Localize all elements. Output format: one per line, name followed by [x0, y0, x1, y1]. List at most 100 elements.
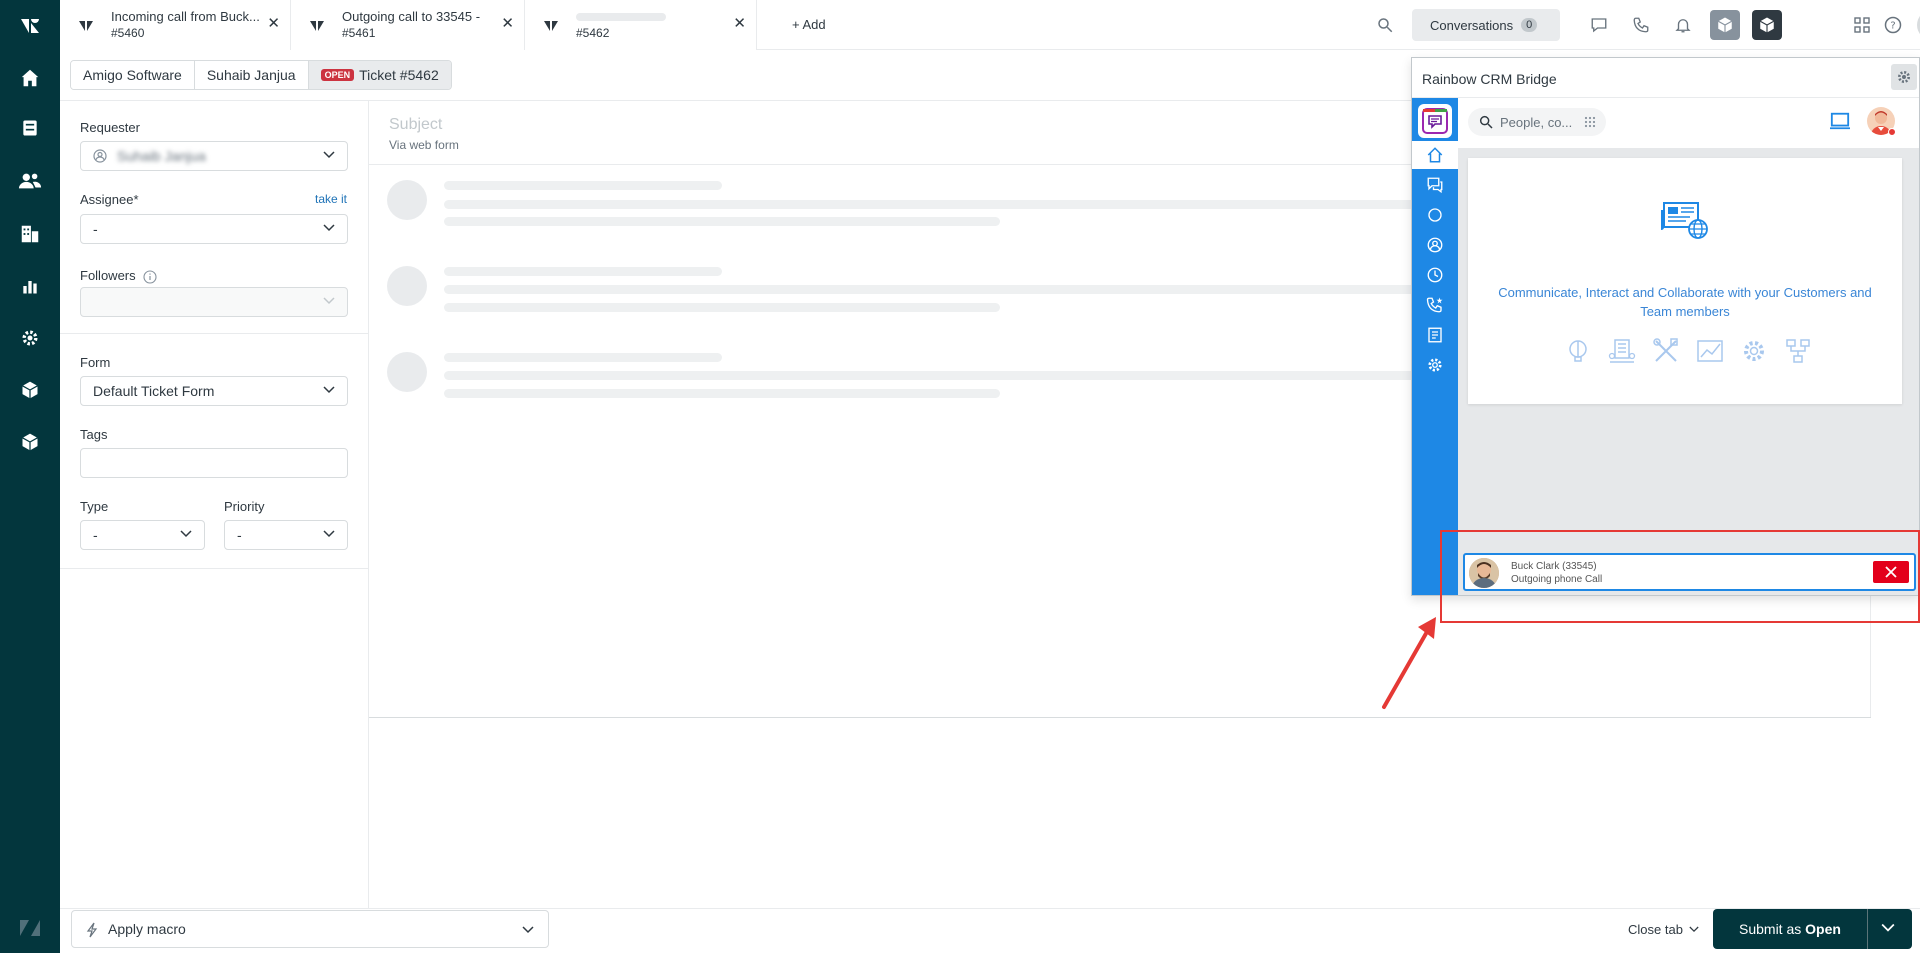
- help-icon[interactable]: ?: [1878, 10, 1908, 40]
- crm-feature-icons: [1563, 336, 1813, 366]
- crm-conversations-icon[interactable]: [1425, 175, 1445, 195]
- tab-ticket-5461[interactable]: Outgoing call to 33545 - #5461 ✕: [291, 0, 525, 50]
- ticket-icon: [543, 18, 559, 32]
- tab-ticket-5460[interactable]: Incoming call from Buck... #5460 ✕: [60, 0, 291, 50]
- crm-news-globe-icon: [1660, 200, 1710, 240]
- type-select-value: -: [93, 527, 98, 543]
- presence-status-dot: [1888, 128, 1896, 136]
- info-icon[interactable]: [143, 270, 157, 284]
- conversations-button[interactable]: Conversations 0: [1412, 9, 1560, 41]
- crm-favorite-call-icon[interactable]: [1425, 295, 1445, 315]
- add-tab-button[interactable]: + Add: [792, 17, 826, 32]
- breadcrumb-ticket[interactable]: OPEN Ticket #5462: [308, 61, 451, 89]
- crm-home-icon[interactable]: [1425, 145, 1445, 165]
- apps-grid-icon[interactable]: [1847, 10, 1877, 40]
- crm-settings-icon[interactable]: [1425, 355, 1445, 375]
- take-it-link[interactable]: take it: [315, 192, 347, 206]
- add-tab-label: Add: [802, 17, 826, 32]
- subject-input[interactable]: Subject: [389, 116, 442, 134]
- conversations-count: 0: [1521, 18, 1538, 32]
- reporting-icon[interactable]: [15, 271, 45, 301]
- crm-welcome-card: Communicate, Interact and Collaborate wi…: [1468, 158, 1902, 404]
- app-cube-icon[interactable]: [15, 375, 45, 405]
- submit-status: Open: [1805, 921, 1841, 937]
- assignee-label: Assignee*: [80, 192, 139, 207]
- tab-title: Outgoing call to 33545 -: [342, 9, 481, 24]
- crm-history-clock-icon[interactable]: [1425, 265, 1445, 285]
- left-nav: [0, 0, 60, 953]
- chat-icon[interactable]: [1584, 10, 1614, 40]
- assignee-value: -: [93, 221, 98, 237]
- home-icon[interactable]: [15, 63, 45, 93]
- chevron-down-icon: [323, 530, 335, 538]
- crm-app-cube-button[interactable]: [1752, 10, 1782, 40]
- views-icon[interactable]: [15, 113, 45, 143]
- loading-line-skeleton: [444, 267, 722, 276]
- crm-tagline: Communicate, Interact and Collaborate wi…: [1498, 285, 1872, 319]
- chevron-down-icon[interactable]: [1881, 923, 1895, 933]
- tab-subtitle: #5462: [576, 26, 610, 40]
- zendesk-logo-icon[interactable]: [15, 11, 45, 41]
- breadcrumb-requester[interactable]: Suhaib Janjua: [194, 61, 309, 89]
- apply-macro-select[interactable]: Apply macro: [71, 910, 549, 948]
- ticket-properties-panel: Requester Suhaib Janjua Assignee* take i…: [60, 100, 369, 908]
- crm-search-placeholder: People, co...: [1500, 114, 1573, 130]
- app-cube-button[interactable]: [1710, 10, 1740, 40]
- loading-avatar-skeleton: [387, 266, 427, 306]
- organizations-icon[interactable]: [15, 219, 45, 249]
- highlight-box: [1440, 530, 1920, 623]
- rainbow-crm-panel: Rainbow CRM Bridge People, co... Communi…: [1411, 57, 1920, 596]
- loading-avatar-skeleton: [387, 180, 427, 220]
- phone-icon[interactable]: [1626, 10, 1656, 40]
- app-cube-icon-2[interactable]: [15, 427, 45, 457]
- apply-macro-label: Apply macro: [108, 921, 186, 937]
- crm-search-input[interactable]: People, co...: [1468, 108, 1606, 136]
- tab-title: Incoming call from Buck...: [111, 9, 260, 24]
- status-badge: OPEN: [320, 69, 355, 81]
- crm-notes-icon[interactable]: [1425, 325, 1445, 345]
- type-select[interactable]: -: [80, 520, 205, 550]
- close-tab-icon[interactable]: ✕: [733, 16, 746, 32]
- submit-button[interactable]: Submit as Open: [1713, 909, 1912, 949]
- admin-gear-icon[interactable]: [15, 323, 45, 353]
- form-select-value: Default Ticket Form: [93, 383, 215, 399]
- svg-text:?: ?: [1890, 20, 1895, 31]
- ticket-icon: [309, 18, 325, 32]
- tab-title-placeholder: [576, 13, 666, 21]
- crm-bubbles-icon[interactable]: [1425, 205, 1445, 225]
- form-select[interactable]: Default Ticket Form: [80, 376, 348, 406]
- requester-label: Requester: [80, 120, 140, 135]
- divider: [60, 568, 368, 569]
- crm-settings-gear-icon[interactable]: [1891, 64, 1917, 90]
- tags-input[interactable]: [80, 448, 348, 478]
- submit-separator: [1867, 909, 1868, 949]
- close-tab-icon[interactable]: ✕: [501, 16, 514, 32]
- search-icon[interactable]: [1370, 10, 1400, 40]
- crm-sidebar: [1412, 98, 1458, 595]
- dialpad-icon[interactable]: [1584, 116, 1596, 128]
- requester-value: Suhaib Janjua: [117, 148, 206, 164]
- tags-label: Tags: [80, 427, 108, 442]
- via-channel: Via web form: [389, 138, 459, 152]
- crm-contacts-icon[interactable]: [1425, 235, 1445, 255]
- customers-icon[interactable]: [15, 166, 45, 196]
- assignee-field[interactable]: -: [80, 214, 348, 244]
- submit-label: Submit as Open: [1739, 921, 1841, 937]
- divider: [60, 333, 368, 334]
- breadcrumb-organization[interactable]: Amigo Software: [71, 61, 195, 89]
- tab-ticket-5462[interactable]: #5462 ✕: [525, 0, 757, 50]
- desktop-monitor-icon[interactable]: [1829, 111, 1851, 131]
- top-bar: Incoming call from Buck... #5460 ✕ Outgo…: [60, 0, 1920, 50]
- close-tab-icon[interactable]: ✕: [267, 16, 280, 32]
- loading-line-skeleton: [444, 217, 1000, 226]
- priority-select[interactable]: -: [224, 520, 348, 550]
- followers-label-text: Followers: [80, 268, 136, 283]
- chevron-down-icon: [323, 224, 335, 232]
- gear-icon: [1739, 336, 1769, 366]
- requester-field[interactable]: Suhaib Janjua: [80, 141, 348, 171]
- chevron-down-icon: [1689, 926, 1699, 933]
- followers-field[interactable]: [80, 287, 348, 317]
- priority-label: Priority: [224, 499, 265, 514]
- close-tab-button[interactable]: Close tab: [1628, 922, 1699, 937]
- notifications-bell-icon[interactable]: [1668, 10, 1698, 40]
